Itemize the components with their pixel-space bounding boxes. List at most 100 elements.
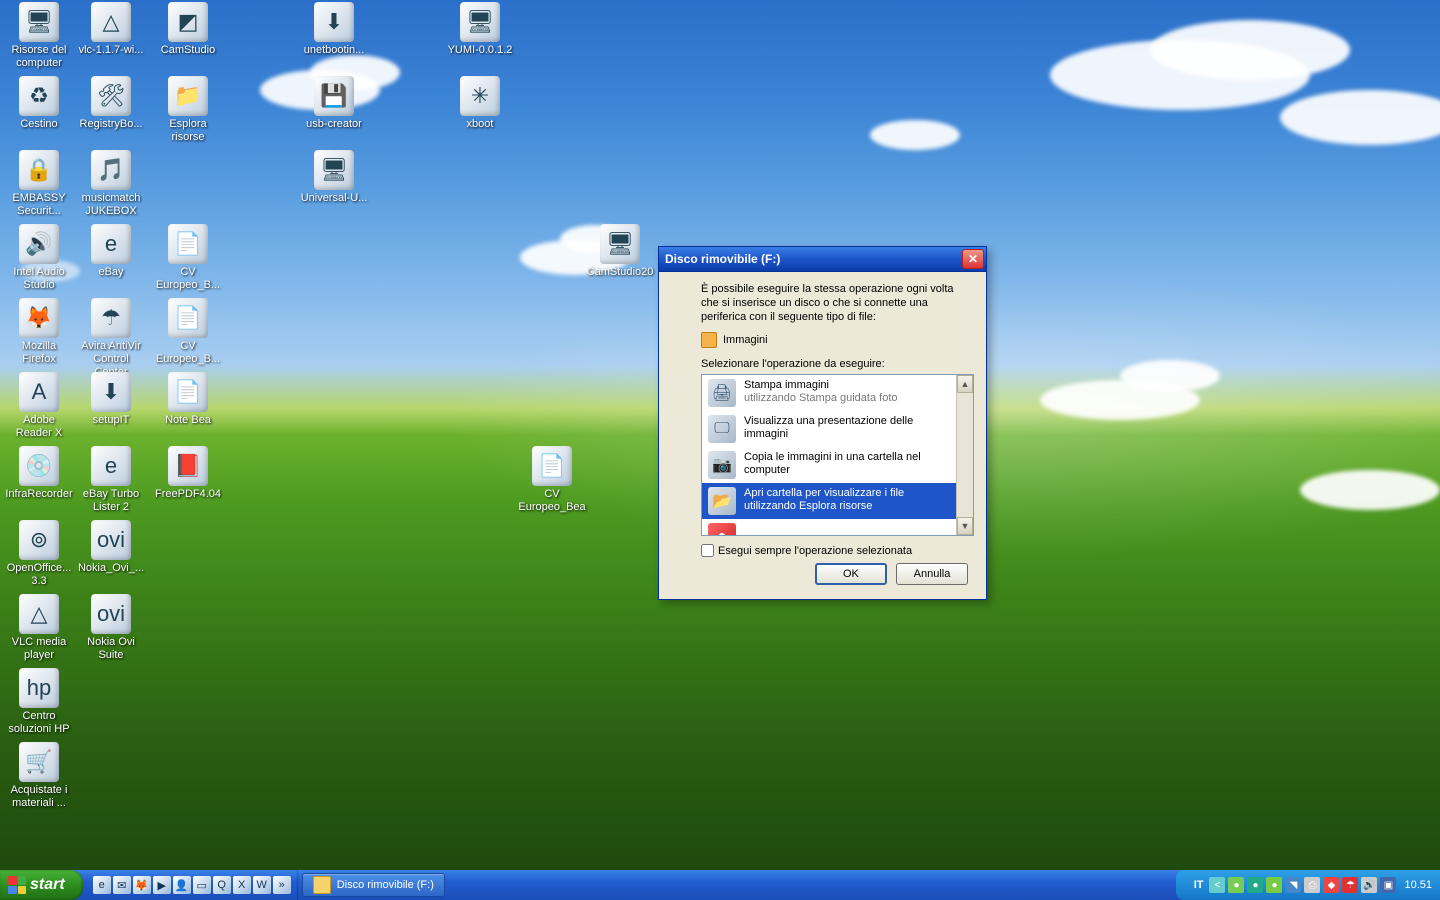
tray-ovi-icon[interactable]: ● [1266, 877, 1282, 893]
desktop-icon-vlc[interactable]: △VLC media player [3, 594, 75, 662]
desktop-icon-intel-audio[interactable]: 🔊Intel Audio Studio [3, 224, 75, 292]
desktop-icon-registrybooster[interactable]: 🛠RegistryBo... [75, 76, 147, 131]
desktop-icon-adobe-reader[interactable]: AAdobe Reader X [3, 372, 75, 440]
close-button[interactable]: ✕ [962, 249, 984, 269]
icon-label: vlc-1.1.7-wi... [75, 44, 147, 57]
desktop-icon-usb-creator[interactable]: 💾usb-creator [298, 76, 370, 131]
ie-icon[interactable]: e [93, 876, 111, 894]
desktop-icon-recycle-bin[interactable]: ♻Cestino [3, 76, 75, 131]
icon-label: eBay [75, 266, 147, 279]
msn-icon[interactable]: 👤 [173, 876, 191, 894]
folder-icon [313, 876, 331, 894]
tray-arrow-icon[interactable]: < [1209, 877, 1225, 893]
tray-avira-icon[interactable]: ☂ [1342, 877, 1358, 893]
excel-icon[interactable]: X [233, 876, 251, 894]
scroll-up-button[interactable]: ▲ [957, 375, 973, 393]
opt-open-folder[interactable]: 📂Apri cartella per visualizzare i fileut… [702, 483, 956, 519]
word-icon[interactable]: W [253, 876, 271, 894]
desktop-icon-xboot[interactable]: ✳xboot [444, 76, 516, 131]
image-file-icon [701, 332, 717, 348]
tray-monitor-icon[interactable]: ▣ [1380, 877, 1396, 893]
opt-slideshow-icon: 🖵 [708, 415, 736, 443]
tray-printer-icon[interactable]: ⎙ [1304, 877, 1320, 893]
taskbar-button-disco[interactable]: Disco rimovibile (F:) [302, 873, 445, 897]
opt-slideshow[interactable]: 🖵Visualizza una presentazione delle imma… [702, 411, 956, 447]
openoffice-icon: ⊚ [19, 520, 59, 560]
desktop-icon-yumi[interactable]: 🖥YUMI-0.0.1.2 [444, 2, 516, 57]
desktop-icon-musicmatch[interactable]: 🎵musicmatch JUKEBOX [75, 150, 147, 218]
infrarecorder-icon: 💿 [19, 446, 59, 486]
autoplay-dialog: Disco rimovibile (F:) ✕ È possibile eseg… [658, 246, 987, 600]
desktop-icon-firefox[interactable]: 🦊Mozilla Firefox [3, 298, 75, 366]
opt-copy[interactable]: 📷Copia le immagini in una cartella nel c… [702, 447, 956, 483]
desktop-icon-hp-solution-center[interactable]: hpCentro soluzioni HP [3, 668, 75, 736]
icon-label: OpenOffice... 3.3 [3, 562, 75, 588]
tray-hp-icon[interactable]: ● [1247, 877, 1263, 893]
ok-button[interactable]: OK [815, 563, 887, 585]
desktop-icon-explorer[interactable]: 📁Esplora risorse [152, 76, 224, 144]
desktop-icon-embassy-security[interactable]: 🔒EMBASSY Securit... [3, 150, 75, 218]
desktop[interactable]: 🖥Risorse del computer △ vlc-1.1.7-wi... ◩Ca… [0, 0, 1440, 870]
desktop-icon-nokia-ovi-installer[interactable]: oviNokia_Ovi_... [75, 520, 147, 575]
tray-volume-icon[interactable]: 🔊 [1361, 877, 1377, 893]
always-do-checkbox-row[interactable]: Esegui sempre l'operazione selezionata [701, 544, 974, 557]
dialog-prompt: Selezionare l'operazione da eseguire: [701, 358, 974, 370]
desktop-icon-universal-usb[interactable]: 🖥Universal-U... [298, 150, 370, 205]
scrollbar[interactable]: ▲ ▼ [956, 375, 973, 535]
tray-nokia-icon[interactable]: ● [1228, 877, 1244, 893]
language-indicator[interactable]: IT [1192, 879, 1206, 891]
desktop-icon-vlc-installer[interactable]: △ vlc-1.1.7-wi... [75, 2, 147, 57]
dialog-titlebar[interactable]: Disco rimovibile (F:) ✕ [659, 247, 986, 272]
tray-shield-icon[interactable]: ◆ [1323, 877, 1339, 893]
desktop-icon-camstudio[interactable]: ◩CamStudio [152, 2, 224, 57]
desktop-icon-ebay-turbo[interactable]: eeBay Turbo Lister 2 [75, 446, 147, 514]
option-title: Copia le immagini in una cartella nel co… [744, 451, 950, 477]
desktop-icon-cv-europeo-3[interactable]: 📄CV Europeo_Bea [516, 446, 588, 514]
tray-network-icon[interactable]: ◥ [1285, 877, 1301, 893]
vlc-icon: △ [19, 594, 59, 634]
wmp-icon[interactable]: ▶ [153, 876, 171, 894]
always-do-checkbox[interactable] [701, 544, 714, 557]
opt-next-peek[interactable]: ● [702, 519, 956, 535]
desktop-icon-unetbootin[interactable]: ⬇unetbootin... [298, 2, 370, 57]
quicktime-icon[interactable]: Q [213, 876, 231, 894]
firefox-icon[interactable]: 🦊 [133, 876, 151, 894]
usb-creator-icon: 💾 [314, 76, 354, 116]
xboot-icon: ✳ [460, 76, 500, 116]
icon-label: Risorse del computer [3, 44, 75, 70]
desktop-icon-cv-europeo-2[interactable]: 📄CV Europeo_B... [152, 298, 224, 366]
option-subtitle: utilizzando Stampa guidata foto [744, 392, 950, 405]
scroll-down-button[interactable]: ▼ [957, 517, 973, 535]
desktop-icon-camstudio20[interactable]: 🖥CamStudio20 [584, 224, 656, 279]
desktop-icon-openoffice[interactable]: ⊚OpenOffice... 3.3 [3, 520, 75, 588]
icon-label: YUMI-0.0.1.2 [444, 44, 516, 57]
desktop-icon-nokia-ovi-suite[interactable]: oviNokia Ovi Suite [75, 594, 147, 662]
desktop-icon-setupit[interactable]: ⬇setupIT [75, 372, 147, 427]
desktop-icon-my-computer[interactable]: 🖥Risorse del computer [3, 2, 75, 70]
opt-print[interactable]: 🖨Stampa immaginiutilizzando Stampa guida… [702, 375, 956, 411]
clock[interactable]: 10.51 [1404, 879, 1432, 891]
desktop-icon-acquistate[interactable]: 🛒Acquistate i materiali ... [3, 742, 75, 810]
taskbar: start e✉🦊▶👤▭QXW» Disco rimovibile (F:) I… [0, 870, 1440, 900]
icon-label: Intel Audio Studio [3, 266, 75, 292]
desktop-icon-note-bea[interactable]: 📄Note Bea [152, 372, 224, 427]
vlc-installer-icon: △ [91, 2, 131, 42]
icon-label: Centro soluzioni HP [3, 710, 75, 736]
desktop-icon-cv-europeo-1[interactable]: 📄CV Europeo_B... [152, 224, 224, 292]
desktop-icon-avira[interactable]: ☂Avira AntiVir Control Center [75, 298, 147, 379]
start-button[interactable]: start [0, 870, 83, 900]
cancel-button[interactable]: Annulla [896, 563, 968, 585]
desktop-icon-freepdf[interactable]: 📕FreePDF4.04 [152, 446, 224, 501]
desktop-icon-infrarecorder[interactable]: 💿InfraRecorder [3, 446, 75, 501]
show-desktop-icon[interactable]: ▭ [193, 876, 211, 894]
always-do-label: Esegui sempre l'operazione selezionata [718, 545, 912, 557]
outlook-icon[interactable]: ✉ [113, 876, 131, 894]
ebay-icon: e [91, 224, 131, 264]
ql-expand-icon[interactable]: » [273, 876, 291, 894]
desktop-icon-ebay[interactable]: e eBay [75, 224, 147, 279]
scroll-track[interactable] [957, 393, 973, 517]
system-tray: IT <●●●◥⎙◆☂🔊▣ 10.51 [1176, 870, 1440, 900]
icon-label: Mozilla Firefox [3, 340, 75, 366]
cv-europeo-1-icon: 📄 [168, 224, 208, 264]
nokia-ovi-suite-icon: ovi [91, 594, 131, 634]
